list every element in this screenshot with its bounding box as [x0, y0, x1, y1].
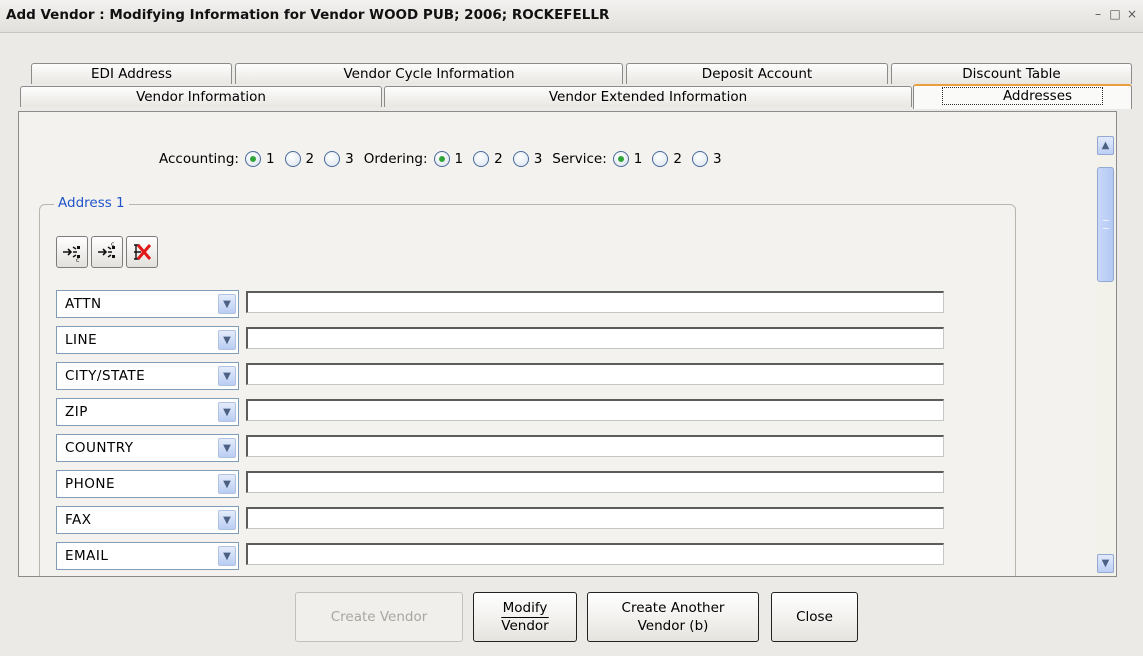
- create-vendor-button[interactable]: Create Vendor: [295, 592, 463, 642]
- close-icon[interactable]: ×: [1124, 6, 1140, 22]
- address-type-select[interactable]: LINE ▼: [56, 326, 239, 354]
- window-title: Add Vendor : Modifying Information for V…: [6, 7, 610, 23]
- svg-text:c: c: [111, 241, 114, 248]
- create-vendor-label: Create Vendor: [330, 609, 428, 625]
- delete-address-icon: [134, 244, 152, 260]
- tab-vendor-extended-information[interactable]: Vendor Extended Information: [384, 86, 912, 107]
- address-type-value: COUNTRY: [65, 440, 134, 456]
- address-value-input[interactable]: [246, 363, 944, 385]
- close-button[interactable]: Close: [771, 592, 858, 642]
- create-another-vendor-button[interactable]: Create Another Vendor (b): [587, 592, 759, 642]
- chevron-down-icon[interactable]: ▼: [218, 510, 236, 530]
- tab-vendor-information[interactable]: Vendor Information: [20, 86, 382, 107]
- service-radio-3-label: 3: [712, 151, 722, 167]
- service-radio-3[interactable]: [691, 151, 708, 167]
- accounting-radio-2[interactable]: [284, 151, 301, 167]
- service-radio-2-label: 2: [673, 151, 682, 167]
- chevron-down-icon[interactable]: ▼: [218, 366, 236, 386]
- address-type-select[interactable]: CITY/STATE ▼: [56, 362, 239, 390]
- accounting-label: Accounting:: [159, 151, 239, 167]
- address-value-input[interactable]: [246, 543, 944, 565]
- tab-addresses-label: Addresses: [941, 87, 1104, 105]
- address-type-value: PHONE: [65, 476, 116, 492]
- accounting-radio-3[interactable]: [324, 151, 341, 167]
- address-type-select[interactable]: EMAIL ▼: [56, 542, 239, 570]
- tab-discount-table[interactable]: Discount Table: [891, 63, 1132, 84]
- accounting-radio-2-label: 2: [305, 151, 315, 167]
- addresses-panel: Accounting: 1 2 3 Ordering: 1 2 3 Servic…: [18, 111, 1117, 577]
- chevron-down-icon[interactable]: ▼: [218, 330, 236, 350]
- maximize-icon[interactable]: □: [1107, 6, 1123, 22]
- service-radio-1-label: 1: [633, 151, 643, 167]
- scroll-up-icon[interactable]: ▲: [1097, 136, 1114, 155]
- ordering-radio-2[interactable]: [473, 151, 490, 167]
- title-bar: Add Vendor : Modifying Information for V…: [0, 0, 1143, 33]
- address-type-value: ZIP: [65, 404, 88, 420]
- ordering-radio-3[interactable]: [512, 151, 529, 167]
- scroll-down-icon[interactable]: ▼: [1097, 554, 1114, 573]
- service-radio-2[interactable]: [652, 151, 669, 167]
- address-value-input[interactable]: [246, 399, 944, 421]
- address-type-select[interactable]: PHONE ▼: [56, 470, 239, 498]
- accounting-radio-3-label: 3: [345, 151, 354, 167]
- address-legend: Address 1: [54, 195, 129, 211]
- chevron-down-icon[interactable]: ▼: [218, 438, 236, 458]
- address-type-select[interactable]: ATTN ▼: [56, 290, 239, 318]
- service-label: Service:: [552, 151, 607, 167]
- chevron-down-icon[interactable]: ▼: [218, 402, 236, 422]
- delete-address-button[interactable]: [126, 236, 158, 268]
- minimize-icon[interactable]: –: [1090, 6, 1106, 22]
- chevron-down-icon[interactable]: ▼: [218, 474, 236, 494]
- address-type-value: ATTN: [65, 296, 102, 312]
- create-another-label-line2: Vendor (b): [637, 618, 709, 634]
- copy-address-icon: c: [63, 246, 80, 263]
- tab-addresses[interactable]: Addresses: [913, 84, 1132, 109]
- grip-icon: [1103, 220, 1109, 229]
- paste-address-button[interactable]: c: [91, 236, 123, 268]
- create-another-label-line1: Create Another: [621, 600, 725, 616]
- vertical-scrollbar[interactable]: ▲ ▼: [1096, 134, 1115, 576]
- modify-vendor-label-line2: Vendor: [501, 618, 549, 634]
- address-type-value: FAX: [65, 512, 92, 528]
- address-value-input[interactable]: [246, 327, 944, 349]
- svg-text:c: c: [76, 257, 79, 263]
- ordering-label: Ordering:: [363, 151, 428, 167]
- chevron-down-icon[interactable]: ▼: [218, 294, 236, 314]
- service-radio-1[interactable]: [612, 151, 629, 167]
- modify-vendor-button[interactable]: Modify Vendor: [473, 592, 577, 642]
- ordering-radio-3-label: 3: [533, 151, 543, 167]
- scrollbar-thumb[interactable]: [1097, 167, 1114, 282]
- chevron-down-icon[interactable]: ▼: [218, 546, 236, 566]
- modify-vendor-label-line1: Modify: [502, 600, 548, 616]
- address-selector-row: Accounting: 1 2 3 Ordering: 1 2 3 Servic…: [159, 149, 732, 169]
- address-value-input[interactable]: [246, 291, 944, 313]
- accounting-radio-1[interactable]: [244, 151, 261, 167]
- copy-address-button[interactable]: c: [56, 236, 88, 268]
- address-type-select[interactable]: ZIP ▼: [56, 398, 239, 426]
- address-type-value: CITY/STATE: [65, 368, 146, 384]
- tab-vendor-cycle-information[interactable]: Vendor Cycle Information: [235, 63, 623, 84]
- address-value-input[interactable]: [246, 507, 944, 529]
- accounting-radio-1-label: 1: [265, 151, 275, 167]
- address-type-select[interactable]: FAX ▼: [56, 506, 239, 534]
- tab-deposit-account[interactable]: Deposit Account: [626, 63, 888, 84]
- ordering-radio-2-label: 2: [494, 151, 503, 167]
- address-type-select[interactable]: COUNTRY ▼: [56, 434, 239, 462]
- paste-address-icon: c: [98, 241, 115, 258]
- address-type-value: EMAIL: [65, 548, 109, 564]
- close-button-label: Close: [796, 609, 833, 625]
- ordering-radio-1-label: 1: [454, 151, 464, 167]
- address-value-input[interactable]: [246, 435, 944, 457]
- ordering-radio-1[interactable]: [433, 151, 450, 167]
- address-value-input[interactable]: [246, 471, 944, 493]
- tab-edi-address[interactable]: EDI Address: [31, 63, 232, 84]
- address-type-value: LINE: [65, 332, 98, 348]
